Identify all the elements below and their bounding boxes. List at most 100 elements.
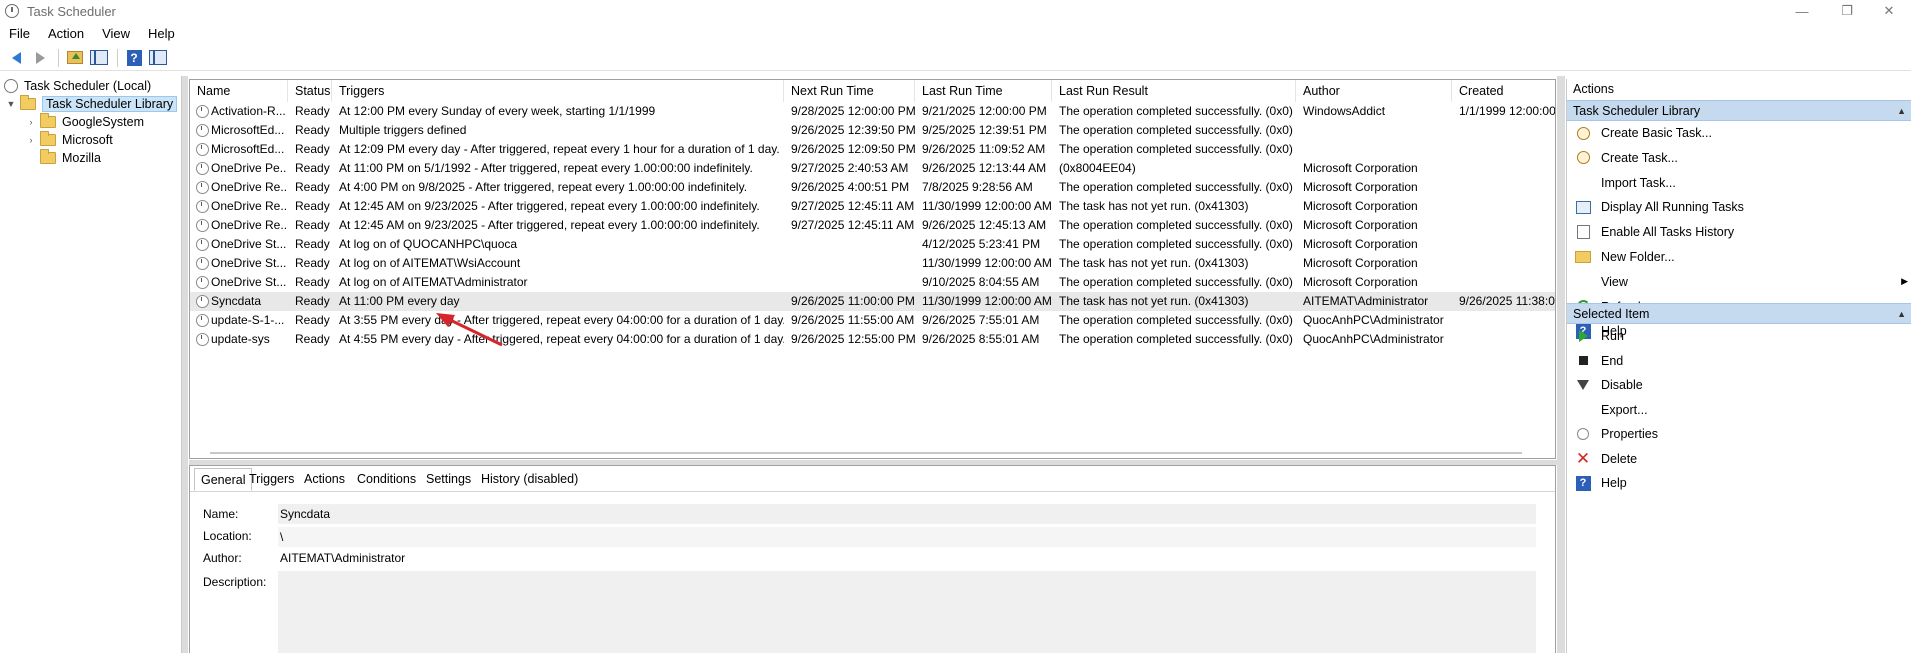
action-export[interactable]: Export...	[1567, 399, 1911, 421]
horizontal-scrollbar[interactable]	[210, 452, 1522, 454]
column-header-last-run-time[interactable]: Last Run Time	[915, 80, 1052, 102]
tree-item-task-scheduler-local[interactable]: Task Scheduler (Local)	[4, 77, 151, 95]
expand-chevron-icon[interactable]: ›	[26, 135, 36, 145]
help-toolbar-button[interactable]: ?	[123, 47, 145, 69]
vertical-splitter-right[interactable]	[1557, 76, 1565, 653]
task-last-run-cell: 9/26/2025 11:09:52 AM	[922, 142, 1046, 156]
action-create-task[interactable]: Create Task...	[1567, 147, 1911, 169]
menu-file[interactable]: File	[0, 26, 39, 41]
action-end[interactable]: End	[1567, 350, 1911, 372]
task-row[interactable]: OneDrive Re... Ready At 12:45 AM on 9/23/2…	[190, 197, 1555, 216]
tree-item-mozilla[interactable]: Mozilla	[26, 149, 101, 167]
collapse-arrow-icon[interactable]: ▲	[1897, 101, 1906, 122]
action-new-folder[interactable]: New Folder...	[1567, 246, 1911, 268]
tab-triggers[interactable]: Triggers	[243, 468, 300, 491]
tree-item-label: Task Scheduler Library	[42, 96, 178, 112]
section-header-selected-item[interactable]: Selected Item ▲	[1567, 303, 1911, 324]
task-row[interactable]: MicrosoftEd... Ready At 12:09 PM every day…	[190, 140, 1555, 159]
expand-chevron-icon[interactable]: ›	[26, 117, 36, 127]
collapse-chevron-icon[interactable]: ▼	[6, 99, 16, 109]
task-author-cell	[1303, 121, 1452, 140]
task-last-run-cell: 7/8/2025 9:28:56 AM	[922, 180, 1033, 194]
action-import-task[interactable]: Import Task...	[1567, 172, 1911, 194]
forward-button[interactable]	[29, 47, 51, 69]
task-created-cell	[1459, 197, 1555, 216]
action-view[interactable]: View ▶	[1567, 271, 1911, 293]
restore-button[interactable]: ❐	[1824, 0, 1870, 22]
tree-item-googlesystem[interactable]: › GoogleSystem	[26, 113, 144, 131]
action-display-all-running-tasks[interactable]: Display All Running Tasks	[1567, 196, 1911, 218]
action-delete[interactable]: ✕ Delete	[1567, 448, 1911, 470]
task-name-cell: Syncdata	[211, 294, 262, 308]
help-icon: ?	[1575, 475, 1591, 491]
column-header-last-run-result[interactable]: Last Run Result	[1052, 80, 1296, 102]
view-icon-glyph	[1576, 275, 1590, 289]
task-name-cell: OneDrive St...	[211, 275, 287, 289]
action-properties[interactable]: Properties	[1567, 423, 1911, 445]
up-one-level-button[interactable]	[64, 47, 86, 69]
column-header-created[interactable]: Created	[1452, 80, 1555, 102]
tasks-history-icon	[1575, 224, 1591, 240]
back-button[interactable]	[5, 47, 27, 69]
task-row[interactable]: OneDrive St... Ready At log on of QUOCANHP…	[190, 235, 1555, 254]
column-header-name[interactable]: Name	[190, 80, 288, 102]
task-name-cell: MicrosoftEd...	[211, 142, 285, 156]
task-row[interactable]: OneDrive Re... Ready At 4:00 PM on 9/8/202…	[190, 178, 1555, 197]
task-name-cell: OneDrive Re...	[211, 180, 287, 194]
task-author-cell: AITEMAT\Administrator	[1303, 294, 1429, 308]
task-last-run-cell: 9/10/2025 8:04:55 AM	[922, 275, 1040, 289]
task-next-run-cell: 9/27/2025 12:45:11 AM	[791, 199, 915, 213]
tab-history[interactable]: History (disabled)	[475, 468, 584, 491]
tree-item-task-scheduler-library[interactable]: ▼ Task Scheduler Library	[6, 95, 178, 113]
action-create-basic-task[interactable]: Create Basic Task...	[1567, 122, 1911, 144]
task-created-cell	[1459, 254, 1555, 273]
column-header-next-run-time[interactable]: Next Run Time	[784, 80, 915, 102]
actions-pane: Actions Task Scheduler Library ▲ Create …	[1566, 79, 1911, 653]
name-field[interactable]: Syncdata	[278, 504, 1536, 524]
show-hide-action-pane-button[interactable]	[147, 47, 169, 69]
description-field[interactable]	[278, 571, 1536, 653]
task-name-cell: update-S-1-...	[211, 313, 285, 327]
action-disable[interactable]: Disable	[1567, 374, 1911, 396]
tab-conditions[interactable]: Conditions	[351, 468, 422, 491]
show-hide-console-tree-button[interactable]	[88, 47, 110, 69]
close-button[interactable]: ✕	[1866, 0, 1911, 22]
task-author-cell: QuocAnhPC\Administrator	[1303, 313, 1444, 327]
task-clock-icon	[196, 200, 209, 213]
task-row[interactable]: OneDrive Pe... Ready At 11:00 PM on 5/1/19…	[190, 159, 1555, 178]
create-task-icon-glyph	[1576, 151, 1590, 165]
tab-actions[interactable]: Actions	[298, 468, 351, 491]
task-row[interactable]: Syncdata Ready At 11:00 PM every day 9/26/2…	[190, 292, 1555, 311]
column-header-status[interactable]: Status	[288, 80, 332, 102]
task-triggers-cell: At log on of AITEMAT\Administrator	[339, 275, 528, 289]
menu-view[interactable]: View	[93, 26, 139, 41]
tab-settings[interactable]: Settings	[420, 468, 477, 491]
tree-item-microsoft[interactable]: › Microsoft	[26, 131, 113, 149]
task-row[interactable]: update-S-1-... Ready At 3:55 PM every day …	[190, 311, 1555, 330]
menu-action[interactable]: Action	[39, 26, 93, 41]
minimize-button[interactable]: —	[1779, 0, 1825, 22]
task-row[interactable]: OneDrive St... Ready At log on of AITEMAT\…	[190, 254, 1555, 273]
task-name-cell: Activation-R...	[211, 104, 286, 118]
column-header-triggers[interactable]: Triggers	[332, 80, 784, 102]
task-author-cell: Microsoft Corporation	[1303, 199, 1418, 213]
task-row[interactable]: OneDrive St... Ready At log on of AITEMAT\…	[190, 273, 1555, 292]
task-clock-icon	[196, 238, 209, 251]
task-row[interactable]: Activation-R... Ready At 12:00 PM every Su…	[190, 102, 1555, 121]
collapse-arrow-icon[interactable]: ▲	[1897, 304, 1906, 325]
menu-help[interactable]: Help	[139, 26, 184, 41]
section-header-library[interactable]: Task Scheduler Library ▲	[1567, 100, 1911, 121]
task-status-cell: Ready	[295, 275, 330, 289]
folder-icon	[40, 113, 56, 128]
task-author-cell: WindowsAddict	[1303, 104, 1386, 118]
task-row[interactable]: OneDrive Re... Ready At 12:45 AM on 9/23/2…	[190, 216, 1555, 235]
task-triggers-cell: At 11:00 PM every day	[339, 294, 460, 308]
action-run[interactable]: Run	[1567, 325, 1911, 347]
action-enable-all-tasks-history[interactable]: Enable All Tasks History	[1567, 221, 1911, 243]
task-status-cell: Ready	[295, 123, 330, 137]
task-row[interactable]: update-sys Ready At 4:55 PM every day - Af…	[190, 330, 1555, 349]
vertical-splitter-left[interactable]	[182, 76, 188, 653]
task-row[interactable]: MicrosoftEd... Ready Multiple triggers def…	[190, 121, 1555, 140]
column-header-author[interactable]: Author	[1296, 80, 1452, 102]
action-help[interactable]: ? Help	[1567, 472, 1911, 494]
